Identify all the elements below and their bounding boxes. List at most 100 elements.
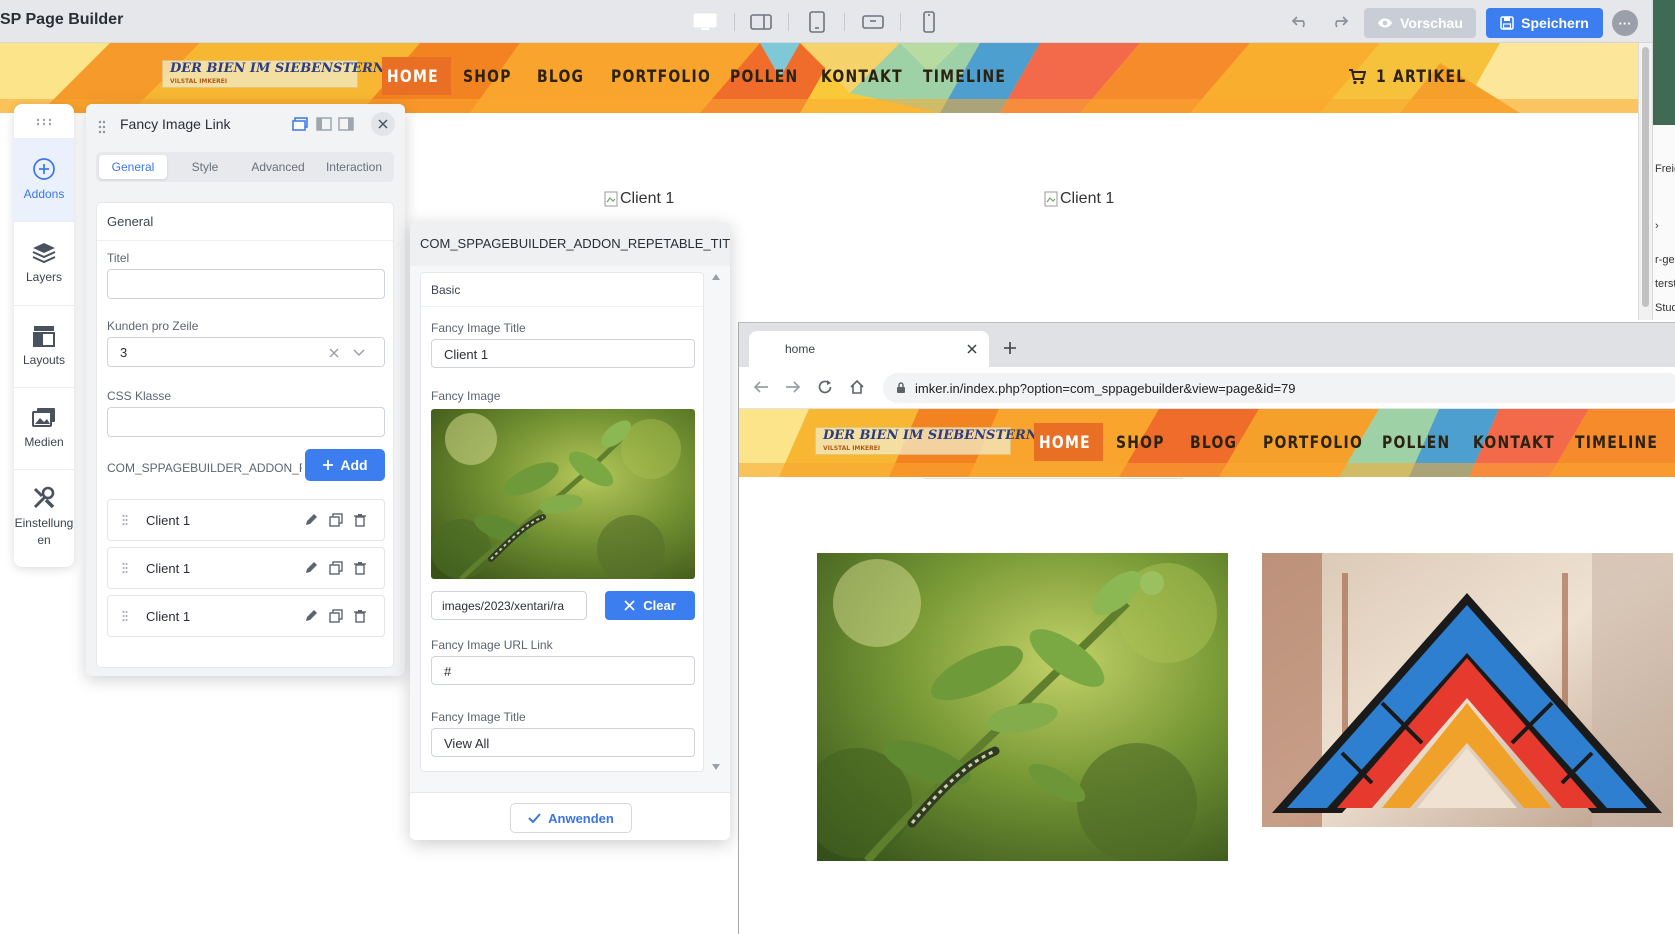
modal-scrollbar[interactable] [710,272,722,772]
cart-label[interactable]: 1 ARTIKEL [1376,67,1466,87]
laptop-view-icon[interactable] [748,10,774,34]
save-button[interactable]: Speichern [1486,8,1603,38]
general-settings-card: General Titel Kunden pro Zeile 3 CSS Kla… [96,202,394,668]
sidebar-item-label: Medien [24,434,64,449]
site-header: DER BIEN IM SIEBENSTERN VILSTAL IMKEREI … [0,43,1638,113]
nav-timeline[interactable]: TIMELINE [1575,433,1658,453]
nav-kontakt[interactable]: KONTAKT [1473,433,1555,453]
sidebar-item-layers[interactable]: Layers [14,222,74,306]
forward-arrow-icon[interactable] [785,380,801,394]
fancy-image-preview[interactable] [431,409,695,579]
scroll-up-icon[interactable] [712,274,720,280]
nav-home[interactable]: HOME [1039,433,1091,453]
tab-general[interactable]: General [99,155,167,179]
tab-style[interactable]: Style [171,155,239,179]
browser-tab[interactable]: home [749,331,989,367]
preview-button[interactable]: Vorschau [1364,8,1476,38]
chevron-down-icon[interactable] [353,349,365,357]
home-icon[interactable] [849,379,865,395]
nav-home[interactable]: HOME [387,67,439,87]
nav-kontakt[interactable]: KONTAKT [821,67,903,87]
reload-icon[interactable] [817,379,833,395]
fancy-image-link-title-input[interactable]: View All [431,728,695,757]
sidebar-item-layouts[interactable]: Layouts [14,306,74,388]
list-item[interactable]: Client 1 [107,499,385,541]
site-logo-subtitle: VILSTAL IMKEREI [823,445,881,452]
scroll-down-icon[interactable] [712,764,720,770]
tab-interaction[interactable]: Interaction [316,155,392,179]
edit-pencil-icon[interactable] [304,513,318,527]
dock-right-icon[interactable] [338,117,354,131]
address-bar[interactable]: imker.in/index.php?option=com_sppagebuil… [883,373,1675,403]
drag-handle-icon[interactable] [122,610,128,622]
duplicate-icon[interactable] [329,609,343,623]
css-class-input[interactable] [107,407,385,437]
layers-icon [32,242,56,264]
nav-portfolio[interactable]: PORTFOLIO [1263,433,1363,453]
client-image-alt: Client 1 [1060,190,1115,207]
browser-window: home imker.in/index.php?option=com_sppag… [738,322,1675,934]
image-path-input[interactable]: images/2023/xentari/ra [431,591,587,620]
nav-shop[interactable]: SHOP [463,67,512,87]
new-tab-icon[interactable] [1003,341,1017,355]
sidebar-item-addons[interactable]: Addons [14,138,74,222]
clear-image-button[interactable]: Clear [605,591,695,620]
list-item[interactable]: Client 1 [107,595,385,637]
trash-icon[interactable] [354,513,366,527]
back-arrow-icon[interactable] [753,380,769,394]
eye-icon [1378,18,1393,28]
drag-handle-icon[interactable] [122,562,128,574]
edge-text: r-ge [1655,254,1675,266]
more-options-button[interactable]: ··· [1612,10,1638,36]
scrollbar-thumb[interactable] [1642,47,1649,307]
title-input[interactable] [107,269,385,299]
duplicate-icon[interactable] [329,513,343,527]
nav-portfolio[interactable]: PORTFOLIO [611,67,711,87]
list-item[interactable]: Client 1 [107,547,385,589]
drag-handle-icon[interactable] [98,120,106,134]
nav-shop[interactable]: SHOP [1116,433,1165,453]
duplicate-icon[interactable] [329,561,343,575]
dock-float-icon[interactable] [292,117,308,131]
sidebar-drag-handle[interactable] [36,118,52,126]
fancy-image-title-input[interactable]: Client 1 [431,339,695,368]
add-item-button[interactable]: Add [305,449,385,481]
apply-button[interactable]: Anwenden [510,803,632,833]
fancy-image-link[interactable] [1262,553,1673,827]
tab-advanced[interactable]: Advanced [242,155,314,179]
cart-icon[interactable] [1348,69,1366,85]
sidebar-item-label: Layers [25,269,63,284]
fancy-image-url-input[interactable]: # [431,656,695,685]
divider [844,13,845,31]
mobile-view-icon[interactable] [916,10,942,34]
list-item-name: Client 1 [146,561,191,576]
canvas-scrollbar[interactable] [1638,43,1652,320]
builder-sidebar: Addons Layers Layouts Medien Einstellung… [14,104,74,567]
trash-icon[interactable] [354,561,366,575]
redo-icon[interactable] [1326,10,1352,34]
nav-blog[interactable]: BLOG [537,67,584,87]
tablet-landscape-view-icon[interactable] [860,10,886,34]
drag-handle-icon[interactable] [122,514,128,526]
tablet-view-icon[interactable] [804,10,830,34]
nav-blog[interactable]: BLOG [1190,433,1237,453]
dock-left-icon[interactable] [316,117,332,131]
sidebar-item-einstellungen[interactable]: Einstellung en [14,470,74,564]
undo-icon[interactable] [1288,10,1314,34]
lock-icon[interactable] [896,381,906,394]
site-header: DER BIEN IM SIEBENSTERN VILSTAL IMKEREI … [739,409,1675,477]
fancy-image-link[interactable] [817,553,1228,861]
nav-timeline[interactable]: TIMELINE [923,67,1006,87]
sidebar-item-label: Layouts [22,352,66,367]
close-panel-button[interactable] [371,112,395,136]
kunden-pro-zeile-select[interactable]: 3 [107,337,385,367]
nav-pollen[interactable]: POLLEN [730,67,798,87]
trash-icon[interactable] [354,609,366,623]
sidebar-item-medien[interactable]: Medien [14,388,74,470]
desktop-view-icon[interactable] [692,10,718,34]
nav-pollen[interactable]: POLLEN [1382,433,1450,453]
edit-pencil-icon[interactable] [304,609,318,623]
edit-pencil-icon[interactable] [304,561,318,575]
close-tab-icon[interactable] [967,344,977,354]
clear-select-icon[interactable] [329,348,339,358]
